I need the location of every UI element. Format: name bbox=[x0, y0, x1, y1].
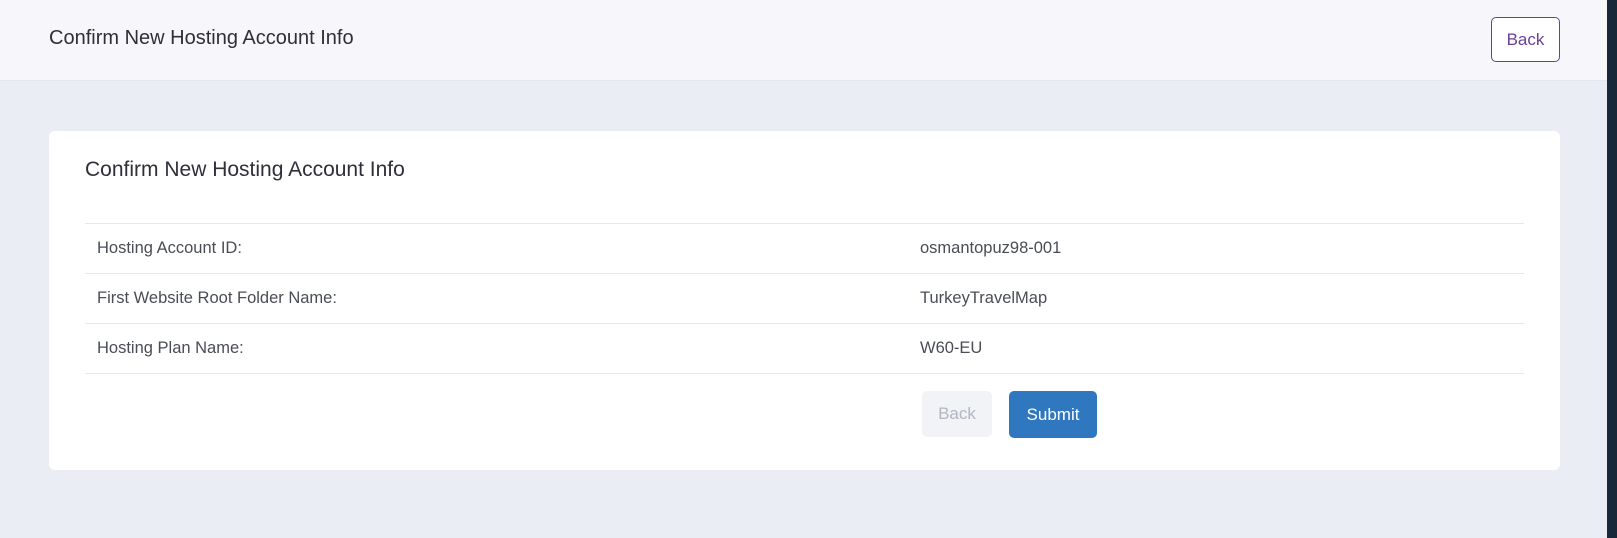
root-folder-name-label: First Website Root Folder Name: bbox=[97, 289, 337, 307]
header-back-button[interactable]: Back bbox=[1491, 17, 1560, 62]
hosting-account-id-value: osmantopuz98-001 bbox=[920, 239, 1062, 257]
hosting-plan-name-value: W60-EU bbox=[920, 339, 983, 357]
hosting-plan-name-label: Hosting Plan Name: bbox=[97, 339, 244, 357]
page-title: Confirm New Hosting Account Info bbox=[49, 27, 354, 49]
info-table: Hosting Account ID: osmantopuz98-001 Fir… bbox=[85, 223, 1524, 374]
card-title: Confirm New Hosting Account Info bbox=[85, 158, 405, 181]
table-row: Hosting Plan Name: W60-EU bbox=[85, 323, 1524, 374]
table-row: Hosting Account ID: osmantopuz98-001 bbox=[85, 223, 1524, 273]
back-button[interactable]: Back bbox=[922, 391, 992, 437]
confirm-card: Confirm New Hosting Account Info Hosting… bbox=[49, 131, 1560, 470]
table-row: First Website Root Folder Name: TurkeyTr… bbox=[85, 273, 1524, 323]
hosting-account-id-label: Hosting Account ID: bbox=[97, 239, 242, 257]
root-folder-name-value: TurkeyTravelMap bbox=[920, 289, 1048, 307]
submit-button[interactable]: Submit bbox=[1009, 391, 1097, 438]
page-header: Confirm New Hosting Account Info Back bbox=[0, 0, 1607, 81]
window-edge bbox=[1607, 0, 1617, 538]
